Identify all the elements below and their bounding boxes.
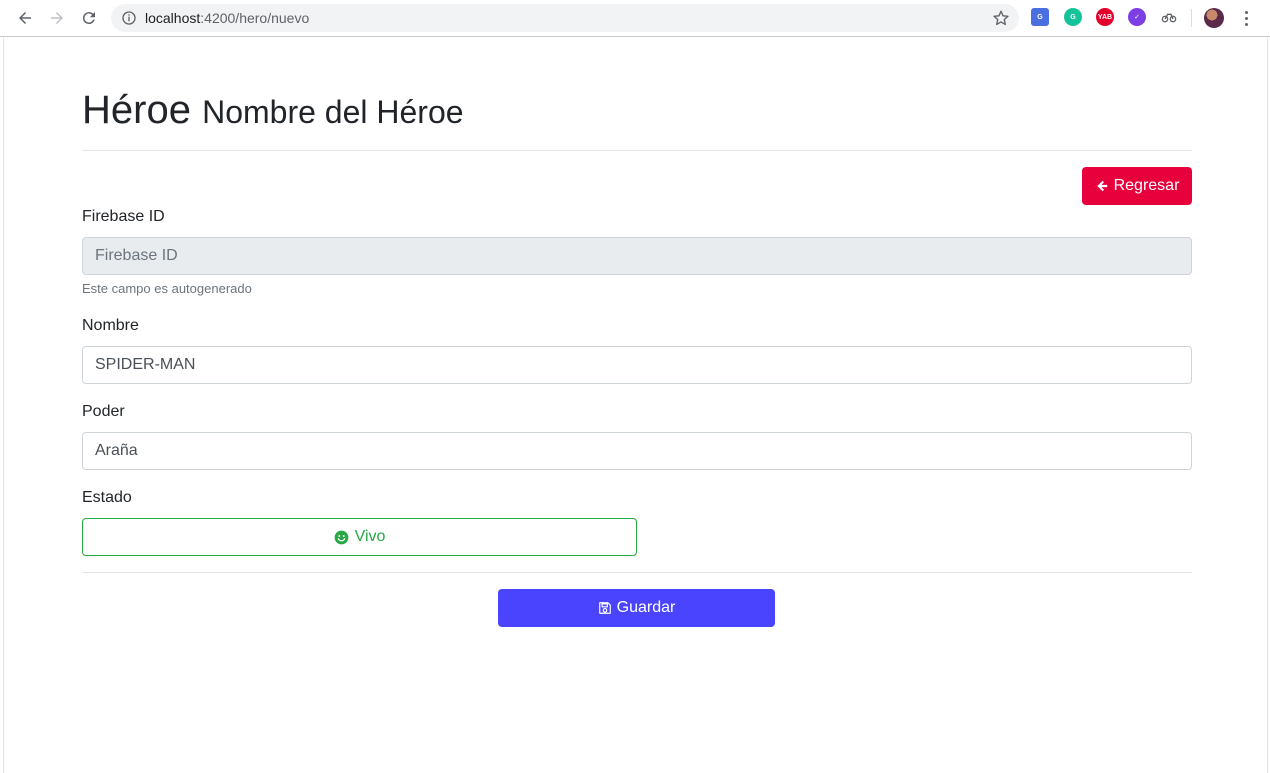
back-arrow-icon[interactable]: [13, 6, 37, 30]
page: Héroe Nombre del Héroe Regresar Firebase…: [3, 38, 1268, 773]
address-bar[interactable]: localhost:4200/hero/nuevo: [111, 4, 1019, 32]
estado-label: Estado: [82, 489, 132, 506]
grammarly-icon[interactable]: G: [1064, 8, 1082, 26]
estado-button[interactable]: Vivo: [82, 518, 637, 556]
toolbar-separator: [1191, 9, 1192, 27]
reload-icon[interactable]: [77, 6, 101, 30]
poder-label: Poder: [82, 403, 125, 420]
form-divider: [82, 572, 1192, 573]
floppy-disk-icon: [598, 602, 611, 614]
bookmark-star-icon[interactable]: [992, 9, 1010, 27]
bike-icon[interactable]: [1160, 8, 1178, 26]
smile-icon: [334, 530, 348, 544]
title-divider: [82, 150, 1192, 151]
url-text[interactable]: localhost:4200/hero/nuevo: [145, 10, 309, 26]
save-button-label: Guardar: [616, 599, 676, 616]
arrow-left-icon: [1096, 180, 1107, 192]
kebab-menu-icon[interactable]: [1238, 8, 1254, 28]
url-path: :4200/hero/nuevo: [200, 10, 310, 26]
poder-field[interactable]: [82, 432, 1192, 470]
info-icon[interactable]: [121, 10, 137, 26]
title-text: Héroe: [82, 88, 191, 132]
forward-arrow-icon[interactable]: [45, 6, 69, 30]
firebase-help-text: Este campo es autogenerado: [82, 281, 252, 296]
profile-avatar[interactable]: [1204, 8, 1224, 28]
yab-icon[interactable]: YAB: [1096, 8, 1114, 26]
browser-toolbar: localhost:4200/hero/nuevo G G YAB ✓: [0, 0, 1270, 37]
firebase-id-field[interactable]: [82, 237, 1192, 275]
url-host: localhost: [145, 10, 201, 26]
back-button-label: Regresar: [1113, 177, 1180, 194]
page-subtitle: Nombre del Héroe: [202, 94, 464, 130]
nombre-field[interactable]: [82, 346, 1192, 384]
check-icon[interactable]: ✓: [1128, 8, 1146, 26]
save-button[interactable]: Guardar: [498, 589, 775, 627]
estado-button-label: Vivo: [354, 528, 386, 545]
firebase-label: Firebase ID: [82, 208, 165, 225]
back-button[interactable]: Regresar: [1082, 167, 1192, 205]
page-title: Héroe Nombre del Héroe: [82, 88, 464, 134]
translate-icon[interactable]: G: [1031, 8, 1049, 26]
nombre-label: Nombre: [82, 317, 139, 334]
